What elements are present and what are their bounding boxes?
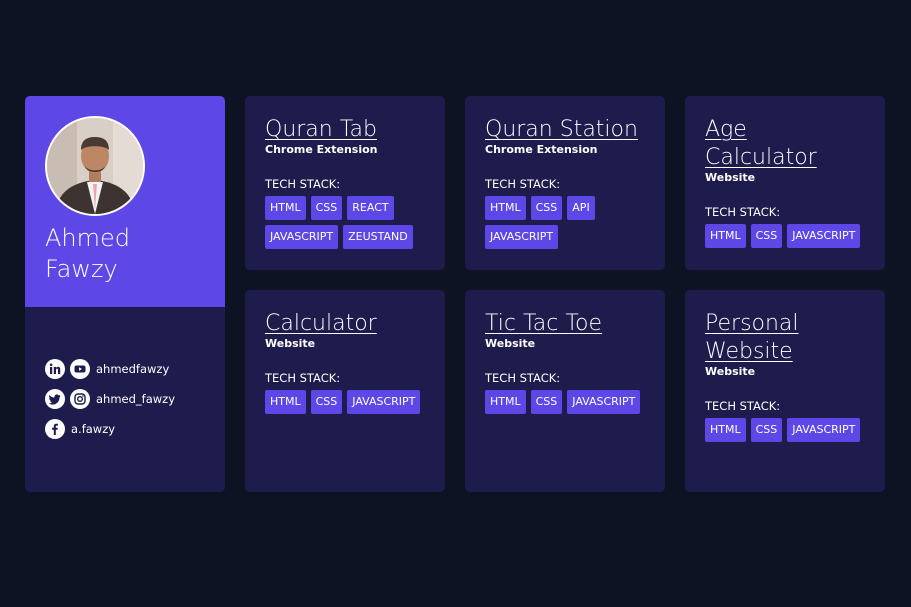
project-type: Website (265, 337, 316, 350)
project-type: Chrome Extension (485, 143, 598, 156)
tech-tag: JAVASCRIPT (787, 418, 861, 442)
project-type: Chrome Extension (265, 143, 378, 156)
social-handle[interactable]: ahmed_fawzy (96, 392, 175, 406)
project-card-personal-website: Personal Website Website TECH STACK: HTM… (685, 290, 885, 492)
project-title-link[interactable]: Personal Website (705, 310, 865, 366)
project-type: Website (705, 171, 756, 184)
social-links: ahmedfawzy ahmed_fawzy a.fawzy (45, 359, 175, 449)
tech-tag: HTML (265, 390, 306, 414)
tech-tag: ZEUSTAND (343, 225, 413, 249)
facebook-icon[interactable] (45, 419, 65, 439)
twitter-icon[interactable] (45, 389, 65, 409)
tech-tag: CSS (750, 224, 783, 248)
youtube-icon[interactable] (70, 359, 90, 379)
project-title-link[interactable]: Age Calculator (705, 116, 865, 172)
social-handle[interactable]: a.fawzy (71, 422, 115, 436)
profile-name: Ahmed Fawzy (45, 223, 195, 285)
tech-tag: JAVASCRIPT (265, 225, 339, 249)
social-row-ahmed-fawzy: ahmed_fawzy (45, 389, 175, 409)
tech-stack-label: TECH STACK: (705, 399, 781, 413)
tech-tags: HTML CSS JAVASCRIPT (705, 224, 870, 253)
project-title-link[interactable]: Quran Tab (265, 116, 425, 144)
tech-tag: HTML (485, 196, 526, 220)
tech-stack-label: TECH STACK: (265, 371, 341, 385)
project-title-link[interactable]: Tic Tac Toe (485, 310, 645, 338)
project-type: Website (705, 365, 756, 378)
tech-tags: HTML CSS JAVASCRIPT (485, 390, 650, 419)
tech-tag: CSS (530, 196, 563, 220)
tech-tag: REACT (347, 196, 394, 220)
tech-tag: JAVASCRIPT (347, 390, 421, 414)
instagram-icon[interactable] (70, 389, 90, 409)
social-row-a-fawzy: a.fawzy (45, 419, 175, 439)
tech-tag: CSS (310, 196, 343, 220)
tech-tags: HTML CSS JAVASCRIPT (705, 418, 870, 447)
tech-tag: HTML (705, 224, 746, 248)
tech-tag: CSS (750, 418, 783, 442)
profile-first-name: Ahmed (45, 224, 131, 252)
tech-tag: HTML (265, 196, 306, 220)
social-handle[interactable]: ahmedfawzy (96, 362, 169, 376)
project-title-link[interactable]: Quran Station (485, 116, 645, 144)
project-card-quran-tab: Quran Tab Chrome Extension TECH STACK: H… (245, 96, 445, 270)
tech-tag: HTML (485, 390, 526, 414)
profile-last-name: Fawzy (45, 255, 118, 283)
profile-header: Ahmed Fawzy (25, 96, 225, 307)
tech-stack-label: TECH STACK: (485, 371, 561, 385)
tech-tag: JAVASCRIPT (787, 224, 861, 248)
project-card-quran-station: Quran Station Chrome Extension TECH STAC… (465, 96, 665, 270)
linkedin-icon[interactable] (45, 359, 65, 379)
tech-tag: HTML (705, 418, 746, 442)
social-row-ahmedfawzy: ahmedfawzy (45, 359, 175, 379)
project-title-link[interactable]: Calculator (265, 310, 425, 338)
portfolio-grid: Ahmed Fawzy ahmedfawzy ahmed_fawzy a.faw… (25, 96, 885, 492)
project-type: Website (485, 337, 536, 350)
tech-tags: HTML CSS JAVASCRIPT (265, 390, 430, 419)
tech-tag: CSS (310, 390, 343, 414)
tech-tag: API (567, 196, 595, 220)
tech-tags: HTML CSS REACT JAVASCRIPT ZEUSTAND (265, 196, 430, 254)
tech-stack-label: TECH STACK: (485, 177, 561, 191)
tech-tag: JAVASCRIPT (485, 225, 559, 249)
project-card-tic-tac-toe: Tic Tac Toe Website TECH STACK: HTML CSS… (465, 290, 665, 492)
profile-card: Ahmed Fawzy ahmedfawzy ahmed_fawzy a.faw… (25, 96, 225, 492)
project-card-calculator: Calculator Website TECH STACK: HTML CSS … (245, 290, 445, 492)
tech-stack-label: TECH STACK: (265, 177, 341, 191)
tech-tag: CSS (530, 390, 563, 414)
tech-stack-label: TECH STACK: (705, 205, 781, 219)
avatar (45, 116, 145, 216)
avatar-image (47, 118, 143, 214)
project-card-age-calculator: Age Calculator Website TECH STACK: HTML … (685, 96, 885, 270)
tech-tag: JAVASCRIPT (567, 390, 641, 414)
tech-tags: HTML CSS API JAVASCRIPT (485, 196, 650, 254)
